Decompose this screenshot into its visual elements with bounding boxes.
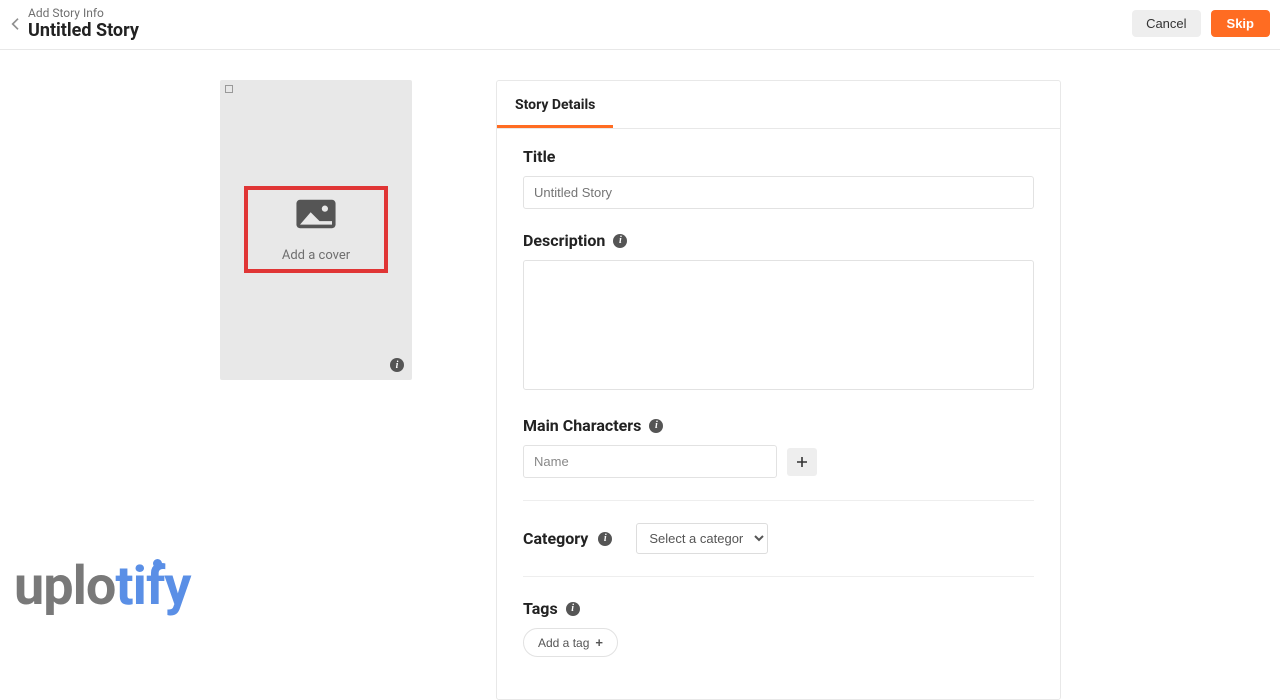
header-bar: Add Story Info Untitled Story Cancel Ski… — [0, 0, 1280, 50]
form-body: Title Description i Main Characters i — [497, 129, 1060, 699]
watermark-logo: uplotify — [14, 555, 199, 618]
category-row: Category i Select a category — [523, 523, 1034, 554]
page-title: Untitled Story — [28, 20, 139, 41]
plus-icon — [796, 456, 808, 468]
tags-label: Tags — [523, 599, 558, 618]
plus-icon: + — [595, 635, 603, 650]
category-group: Category i Select a category — [523, 523, 1034, 554]
category-info-icon[interactable]: i — [598, 532, 612, 546]
description-group: Description i — [523, 231, 1034, 394]
description-label-row: Description i — [523, 231, 1034, 250]
characters-label-row: Main Characters i — [523, 416, 1034, 435]
characters-info-icon[interactable]: i — [649, 419, 663, 433]
category-label: Category — [523, 529, 588, 548]
character-input-row — [523, 445, 1034, 478]
add-cover-text: Add a cover — [282, 248, 350, 263]
chevron-left-icon — [8, 16, 24, 32]
separator — [523, 500, 1034, 501]
skip-button[interactable]: Skip — [1211, 10, 1270, 37]
tags-group: Tags i Add a tag + — [523, 599, 1034, 657]
description-label: Description — [523, 231, 605, 250]
header-left: Add Story Info Untitled Story — [4, 6, 139, 41]
title-group: Title — [523, 147, 1034, 209]
add-character-button[interactable] — [787, 448, 817, 476]
title-input[interactable] — [523, 176, 1034, 209]
tags-container: Add a tag + — [523, 628, 1034, 657]
description-info-icon[interactable]: i — [613, 234, 627, 248]
cover-corner-square — [225, 85, 233, 93]
tags-label-row: Tags i — [523, 599, 1034, 618]
separator-2 — [523, 576, 1034, 577]
image-placeholder-icon — [294, 198, 338, 234]
cover-center: Add a cover — [282, 198, 350, 263]
cover-info-icon[interactable]: i — [390, 358, 404, 372]
tabs-row: Story Details — [497, 81, 1060, 129]
description-textarea[interactable] — [523, 260, 1034, 390]
header-actions: Cancel Skip — [1132, 10, 1270, 37]
cover-column: Add a cover i — [220, 80, 440, 700]
tags-info-icon[interactable]: i — [566, 602, 580, 616]
tab-story-details[interactable]: Story Details — [497, 81, 613, 128]
title-label-row: Title — [523, 147, 1034, 166]
add-tag-label: Add a tag — [538, 636, 589, 650]
characters-group: Main Characters i — [523, 416, 1034, 478]
add-cover-box[interactable]: Add a cover i — [220, 80, 412, 380]
category-select[interactable]: Select a category — [636, 523, 768, 554]
header-titles: Add Story Info Untitled Story — [28, 6, 139, 41]
back-button[interactable] — [4, 16, 28, 32]
breadcrumb: Add Story Info — [28, 6, 139, 20]
add-tag-button[interactable]: Add a tag + — [523, 628, 618, 657]
characters-label: Main Characters — [523, 416, 641, 435]
details-panel: Story Details Title Description i Main C… — [496, 80, 1061, 700]
title-label: Title — [523, 147, 555, 166]
cancel-button[interactable]: Cancel — [1132, 10, 1200, 37]
watermark-part1: uplo — [14, 555, 115, 618]
character-name-input[interactable] — [523, 445, 777, 478]
